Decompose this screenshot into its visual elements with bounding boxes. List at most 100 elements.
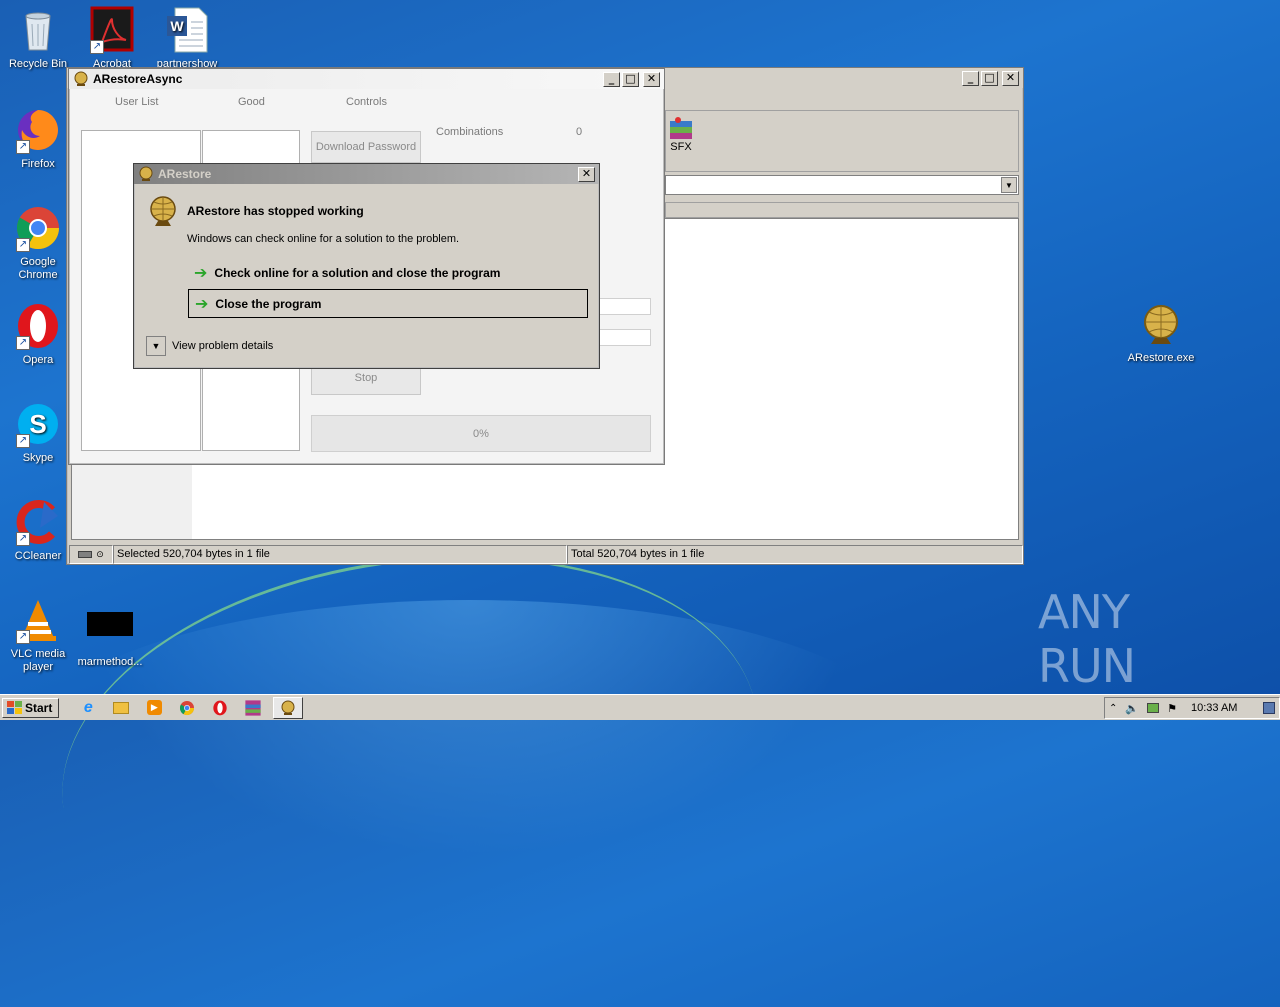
close-program-option[interactable]: ➔ Close the program	[188, 289, 588, 318]
error-dialog[interactable]: ARestore ✕ ARestore has stopped working …	[133, 163, 600, 369]
dialog-title: ARestore	[158, 167, 212, 181]
arestore-icon	[138, 166, 154, 182]
desktop-icon-label: Firefox	[21, 158, 55, 170]
shortcut-arrow-icon: ↗	[16, 140, 30, 154]
start-label: Start	[25, 700, 53, 715]
taskbar-explorer[interactable]	[108, 697, 134, 719]
combinations-value: 0	[576, 126, 583, 138]
path-dropdown[interactable]: ▼	[665, 175, 1019, 195]
progress-bar: 0%	[311, 415, 651, 452]
arestore-icon	[73, 71, 89, 87]
volume-icon[interactable]: 🔈	[1125, 702, 1139, 715]
error-dialog-titlebar[interactable]: ARestore ✕	[134, 164, 599, 184]
network-icon[interactable]	[1147, 703, 1160, 713]
check-online-option[interactable]: ➔ Check online for a solution and close …	[188, 261, 588, 285]
shortcut-arrow-icon: ↗	[16, 238, 30, 252]
black-file-icon	[86, 612, 134, 652]
option-label: Close the program	[215, 296, 322, 311]
progress-label: 0%	[473, 428, 489, 440]
skype-icon: S ↗	[14, 400, 62, 448]
desktop-icon-opera[interactable]: ↗ Opera	[0, 302, 76, 367]
desktop-icon-label: Recycle Bin	[8, 58, 68, 70]
desktop-icon-vlc[interactable]: ↗ VLC media player	[0, 596, 76, 674]
download-password-button[interactable]: Download Password	[311, 131, 421, 163]
shortcut-arrow-icon: ↗	[90, 40, 104, 54]
show-desktop-button[interactable]	[1263, 702, 1275, 714]
desktop-icon-label: CCleaner	[14, 550, 62, 562]
shortcut-arrow-icon: ↗	[16, 532, 30, 546]
status-selected: Selected 520,704 bytes in 1 file	[113, 545, 567, 564]
desktop-icon-arestore-exe[interactable]: ARestore.exe	[1123, 300, 1199, 365]
wallpaper-swirl	[35, 513, 785, 1007]
close-button[interactable]: ✕	[578, 166, 595, 182]
option-label: Check online for a solution and close th…	[214, 266, 501, 280]
arestore-globe-icon	[146, 194, 180, 228]
desktop-icon-label: Skype	[22, 452, 54, 464]
acrobat-icon: ↗	[88, 6, 136, 54]
desktop-icon-label: Opera	[22, 354, 54, 366]
close-button[interactable]: ✕	[643, 71, 660, 87]
input-field[interactable]	[599, 298, 651, 315]
desktop-icon-partnershow[interactable]: W partnershow	[149, 6, 225, 71]
drive-icon[interactable]: ⊙	[69, 545, 113, 564]
status-bar: ⊙ Selected 520,704 bytes in 1 file Total…	[69, 545, 1023, 564]
file-list-header[interactable]	[665, 202, 1019, 218]
minimize-button[interactable]: _	[603, 71, 620, 87]
recycle-bin-icon	[14, 6, 62, 54]
taskbar-arestore[interactable]	[273, 696, 304, 719]
show-hidden-icons-icon[interactable]: ⌃	[1109, 703, 1117, 714]
view-details-label: View problem details	[172, 340, 274, 352]
desktop-icon-label: VLC media player	[10, 648, 66, 673]
sfx-label: SFX	[670, 141, 692, 153]
maximize-button[interactable]: □	[981, 70, 998, 86]
desktop-icon-marmethod[interactable]: marmethod...	[72, 604, 148, 669]
desktop-icon-skype[interactable]: S ↗ Skype	[0, 400, 76, 465]
windows-flag-icon	[7, 701, 22, 714]
close-button[interactable]: ✕	[1002, 70, 1019, 86]
clock[interactable]: 10:33 AM	[1191, 702, 1237, 714]
media-player-icon: ▶	[146, 700, 162, 715]
combinations-label: Combinations	[436, 126, 504, 138]
word-doc-icon: W	[163, 6, 211, 54]
arestore-titlebar[interactable]: ARestoreAsync _ □ ✕	[69, 69, 664, 89]
opera-icon	[213, 700, 228, 715]
taskbar-winrar[interactable]	[240, 697, 266, 719]
vlc-icon: ↗	[14, 596, 62, 644]
sfx-tool[interactable]: SFX	[666, 115, 696, 153]
chrome-icon: ↗	[14, 204, 62, 252]
svg-text:W: W	[170, 18, 184, 34]
desktop-icon-ccleaner[interactable]: ↗ CCleaner	[0, 498, 76, 563]
chevron-down-icon[interactable]: ▼	[1001, 177, 1017, 193]
arestore-globe-icon	[1137, 300, 1185, 348]
system-tray: ⌃ 🔈 ⚑ 10:33 AM	[1104, 697, 1280, 719]
svg-text:S: S	[29, 409, 46, 439]
firefox-icon: ↗	[14, 106, 62, 154]
explorer-icon	[113, 701, 130, 714]
minimize-button[interactable]: _	[962, 70, 979, 86]
column-good: Good	[238, 96, 265, 108]
desktop-icon-label: Google Chrome	[18, 256, 58, 281]
view-details-toggle[interactable]: ▼ View problem details	[146, 336, 273, 356]
desktop-icon-label: ARestore.exe	[1127, 352, 1195, 364]
column-controls: Controls	[346, 96, 387, 108]
desktop-icon-chrome[interactable]: ↗ Google Chrome	[0, 204, 76, 282]
ie-icon: e	[83, 698, 93, 716]
taskbar-opera[interactable]	[207, 697, 233, 719]
shortcut-arrow-icon: ↗	[16, 336, 30, 350]
chevron-down-icon[interactable]: ▼	[146, 336, 166, 356]
green-arrow-icon: ➔	[195, 295, 209, 313]
maximize-button[interactable]: □	[622, 71, 639, 87]
window-title: ARestoreAsync	[93, 72, 183, 86]
taskbar-chrome[interactable]	[174, 697, 200, 719]
start-button[interactable]: Start	[2, 697, 60, 718]
desktop-icon-firefox[interactable]: ↗ Firefox	[0, 106, 76, 171]
input-field[interactable]	[599, 329, 651, 346]
taskbar-media-player[interactable]: ▶	[141, 697, 167, 719]
desktop-icon-acrobat[interactable]: ↗ Acrobat	[74, 6, 150, 71]
taskbar-ie[interactable]: e	[75, 697, 101, 719]
action-center-flag-icon[interactable]: ⚑	[1167, 702, 1177, 715]
shortcut-arrow-icon: ↗	[16, 630, 30, 644]
desktop-icon-recycle-bin[interactable]: Recycle Bin	[0, 6, 76, 71]
opera-icon: ↗	[14, 302, 62, 350]
chrome-icon	[180, 700, 195, 715]
